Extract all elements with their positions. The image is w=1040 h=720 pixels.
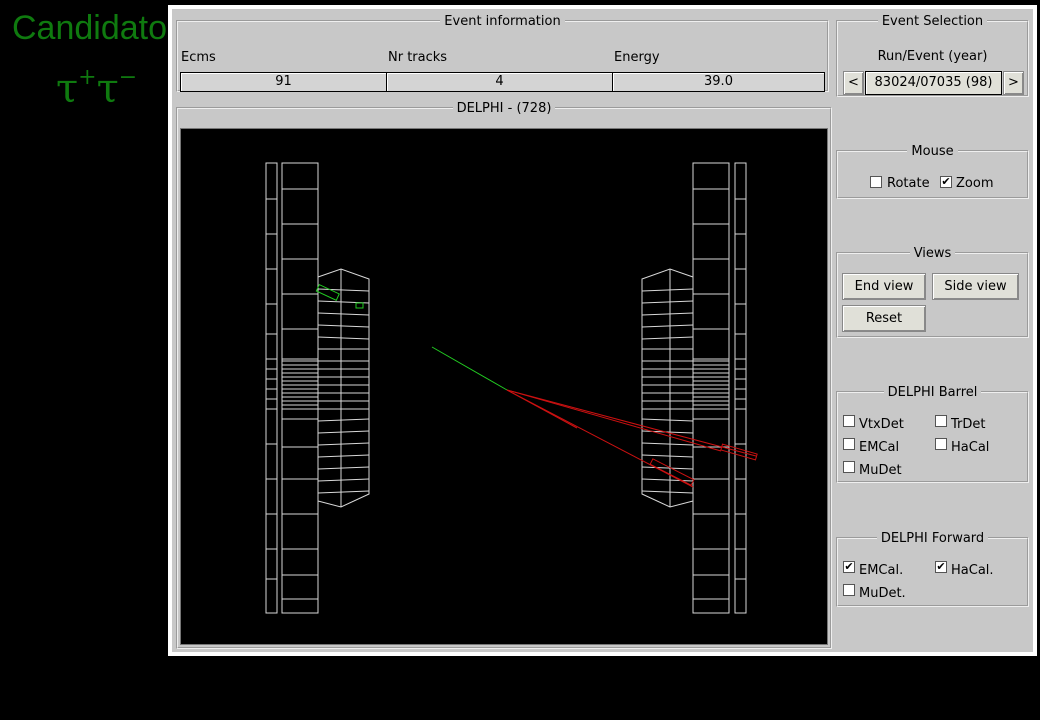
delphi-barrel-legend: DELPHI Barrel <box>883 385 982 400</box>
rotate-checkbox[interactable] <box>870 176 882 188</box>
hacal-checkbox[interactable] <box>935 438 947 450</box>
run-event-field[interactable]: 83024/07035 (98) <box>865 71 1002 95</box>
nr-tracks-label: Nr tracks <box>388 50 448 65</box>
delphi-forward-group: DELPHI Forward ✔ EMCal. ✔ HaCal. MuDet. <box>836 531 1029 607</box>
forward-emcal-checkbox[interactable]: ✔ <box>843 561 855 573</box>
event-display-window: Event information Ecms Nr tracks Energy … <box>168 5 1037 656</box>
ecms-value: 91 <box>180 72 387 92</box>
hacal-label: HaCal <box>951 440 990 455</box>
previous-event-button[interactable]: < <box>843 71 864 95</box>
delphi-display-legend: DELPHI - (728) <box>452 101 556 116</box>
views-legend: Views <box>909 246 956 261</box>
app-panel: Event information Ecms Nr tracks Energy … <box>172 9 1033 652</box>
mudet-checkbox[interactable] <box>843 461 855 473</box>
event-selection-legend: Event Selection <box>877 14 988 29</box>
forward-hacal-checkbox[interactable]: ✔ <box>935 561 947 573</box>
forward-mudet-checkbox[interactable] <box>843 584 855 596</box>
end-view-button[interactable]: End view <box>842 273 926 300</box>
energy-value: 39.0 <box>612 72 825 92</box>
mouse-legend: Mouse <box>907 144 958 159</box>
next-event-button[interactable]: > <box>1003 71 1024 95</box>
right-detector <box>641 162 747 614</box>
slide-title: Candidato <box>12 9 168 47</box>
nr-tracks-value: 4 <box>386 72 613 92</box>
detector-drawing <box>265 162 758 614</box>
trdet-checkbox[interactable] <box>935 415 947 427</box>
minus-sign: − <box>118 65 138 90</box>
ecms-label: Ecms <box>181 50 216 65</box>
forward-mudet-label: MuDet. <box>859 586 906 601</box>
left-detector <box>265 162 370 614</box>
green-track <box>315 283 508 391</box>
run-event-caption: Run/Event (year) <box>877 49 988 64</box>
emcal-label: EMCal <box>859 440 900 455</box>
delphi-forward-legend: DELPHI Forward <box>876 531 989 546</box>
vtxdet-label: VtxDet <box>859 417 904 432</box>
slide-subtitle: τ+τ− <box>56 54 137 113</box>
forward-hacal-label: HaCal. <box>951 563 994 578</box>
zoom-label: Zoom <box>956 176 994 191</box>
trdet-label: TrDet <box>951 417 986 432</box>
vtxdet-checkbox[interactable] <box>843 415 855 427</box>
emcal-checkbox[interactable] <box>843 438 855 450</box>
event-information-group: Event information Ecms Nr tracks Energy … <box>176 14 829 92</box>
rotate-label: Rotate <box>887 176 930 191</box>
mudet-label: MuDet <box>859 463 902 478</box>
mouse-group: Mouse Rotate ✔ Zoom <box>836 144 1029 199</box>
delphi-barrel-group: DELPHI Barrel VtxDet TrDet EMCal HaCal M… <box>836 385 1029 483</box>
event-canvas[interactable] <box>180 128 828 645</box>
views-group: Views End view Side view Reset <box>836 246 1029 338</box>
event-information-legend: Event information <box>440 14 565 29</box>
tau-symbol: τ <box>96 66 119 112</box>
reset-button[interactable]: Reset <box>842 305 926 332</box>
plus-sign: + <box>78 65 97 90</box>
event-selection-group: Event Selection Run/Event (year) < 83024… <box>836 14 1029 97</box>
tau-symbol: τ <box>56 66 79 112</box>
side-view-button[interactable]: Side view <box>932 273 1019 300</box>
energy-label: Energy <box>614 50 660 65</box>
forward-emcal-label: EMCal. <box>859 563 904 578</box>
zoom-checkbox[interactable]: ✔ <box>940 176 952 188</box>
